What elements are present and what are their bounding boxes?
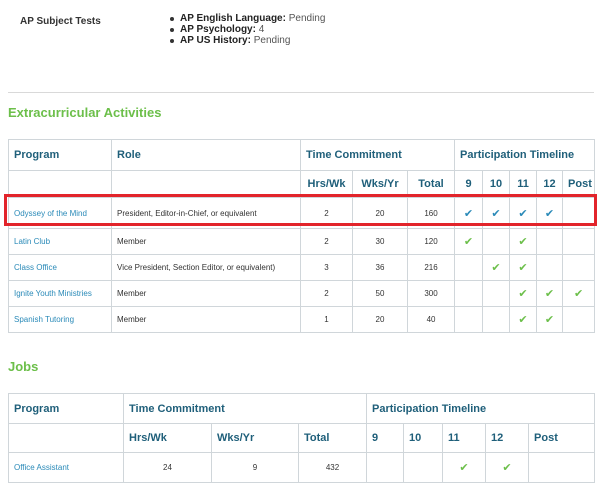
total-cell: 432: [297, 452, 368, 483]
col-grade-10: 10: [403, 423, 444, 453]
ap-subject-status: 4: [255, 24, 265, 35]
table-row: Spanish Tutoring Member 1 20 40 ✔ ✔: [8, 306, 596, 333]
checkmark-icon: ✔: [536, 280, 564, 307]
checkmark-icon: ✔: [454, 228, 484, 255]
timeline-cell: [454, 254, 484, 281]
checkmark-icon: ✔: [509, 254, 538, 281]
hrs-wk-cell: 1: [300, 306, 353, 333]
timeline-cell: [403, 452, 444, 483]
timeline-cell: [562, 306, 596, 333]
col-total: Total: [297, 423, 368, 453]
ap-subject-tests-section: AP Subject Tests AP English Language: Pe…: [0, 0, 600, 92]
extracurricular-title: Extracurricular Activities: [8, 105, 162, 120]
highlight-box: [4, 194, 597, 226]
hrs-wk-cell: 2: [300, 228, 353, 255]
hrs-wk-cell: 2: [300, 280, 353, 307]
table-row: Ignite Youth Ministries Member 2 50 300 ✔ ✔ ✔: [8, 280, 596, 307]
col-program-blank: [8, 423, 124, 453]
hrs-wk-cell: 24: [123, 452, 212, 483]
ap-subject-name: AP US History:: [180, 35, 251, 46]
timeline-cell: [366, 452, 405, 483]
col-grade-9: 9: [366, 423, 405, 453]
col-post: Post: [528, 423, 596, 453]
total-cell: 120: [406, 228, 456, 255]
timeline-cell: [482, 228, 511, 255]
wks-yr-cell: 30: [352, 228, 408, 255]
ap-subject-name: AP Psychology:: [180, 24, 256, 35]
program-link[interactable]: Latin Club: [8, 228, 112, 255]
wks-yr-cell: 20: [352, 306, 408, 333]
ap-subject-item: AP English Language: Pending: [168, 13, 325, 24]
total-cell: 40: [406, 306, 456, 333]
hrs-wk-cell: 3: [300, 254, 353, 281]
timeline-cell: [536, 228, 564, 255]
checkmark-icon: ✔: [562, 280, 596, 307]
col-participation-timeline: Participation Timeline: [454, 139, 596, 171]
col-time-commitment: Time Commitment: [122, 393, 368, 424]
timeline-cell: [536, 254, 564, 281]
table-row: Class Office Vice President, Section Edit…: [8, 254, 596, 281]
wks-yr-cell: 9: [211, 452, 299, 483]
col-time-commitment: Time Commitment: [299, 139, 456, 171]
ap-subject-list: AP English Language: Pending AP Psycholo…: [168, 13, 325, 46]
ap-subject-status: Pending: [285, 13, 326, 24]
ap-subject-name: AP English Language:: [180, 13, 286, 24]
total-cell: 300: [406, 280, 456, 307]
role-cell: Vice President, Section Editor, or equiv…: [111, 254, 301, 281]
table-header-row: Program Role Time Commitment Participati…: [8, 139, 596, 171]
role-cell: Member: [111, 280, 301, 307]
program-link[interactable]: Ignite Youth Ministries: [8, 280, 112, 307]
timeline-cell: [562, 228, 596, 255]
ap-subject-item: AP Psychology: 4: [168, 24, 325, 35]
wks-yr-cell: 36: [352, 254, 408, 281]
table-row: Office Assistant 24 9 432 ✔ ✔: [8, 452, 596, 483]
ap-subject-status: Pending: [250, 35, 291, 46]
checkmark-icon: ✔: [442, 452, 487, 483]
section-divider: [8, 92, 594, 93]
table-subheader-row: Hrs/Wk Wks/Yr Total 9 10 11 12 Post: [8, 423, 596, 453]
timeline-cell: [482, 306, 511, 333]
col-program: Program: [8, 393, 124, 424]
ap-subject-tests-label: AP Subject Tests: [20, 16, 101, 27]
col-hrs-wk: Hrs/Wk: [123, 423, 212, 453]
checkmark-icon: ✔: [509, 228, 538, 255]
role-cell: Member: [111, 228, 301, 255]
role-cell: Member: [111, 306, 301, 333]
table-header-row: Program Time Commitment Participation Ti…: [8, 393, 596, 424]
timeline-cell: [528, 452, 596, 483]
timeline-cell: [454, 280, 484, 307]
checkmark-icon: ✔: [536, 306, 564, 333]
col-wks-yr: Wks/Yr: [211, 423, 299, 453]
col-program: Program: [8, 139, 112, 171]
col-grade-12: 12: [485, 423, 530, 453]
extracurricular-table: Program Role Time Commitment Participati…: [8, 139, 596, 333]
col-grade-11: 11: [442, 423, 487, 453]
checkmark-icon: ✔: [509, 280, 538, 307]
wks-yr-cell: 50: [352, 280, 408, 307]
program-link[interactable]: Spanish Tutoring: [8, 306, 112, 333]
timeline-cell: [562, 254, 596, 281]
checkmark-icon: ✔: [509, 306, 538, 333]
jobs-table: Program Time Commitment Participation Ti…: [8, 393, 596, 483]
timeline-cell: [482, 280, 511, 307]
total-cell: 216: [406, 254, 456, 281]
timeline-cell: [454, 306, 484, 333]
program-link[interactable]: Office Assistant: [8, 452, 124, 483]
checkmark-icon: ✔: [482, 254, 511, 281]
table-row: Latin Club Member 2 30 120 ✔ ✔: [8, 228, 596, 255]
col-participation-timeline: Participation Timeline: [366, 393, 596, 424]
checkmark-icon: ✔: [485, 452, 530, 483]
col-role: Role: [111, 139, 301, 171]
program-link[interactable]: Class Office: [8, 254, 112, 281]
jobs-title: Jobs: [8, 359, 39, 374]
ap-subject-item: AP US History: Pending: [168, 35, 325, 46]
